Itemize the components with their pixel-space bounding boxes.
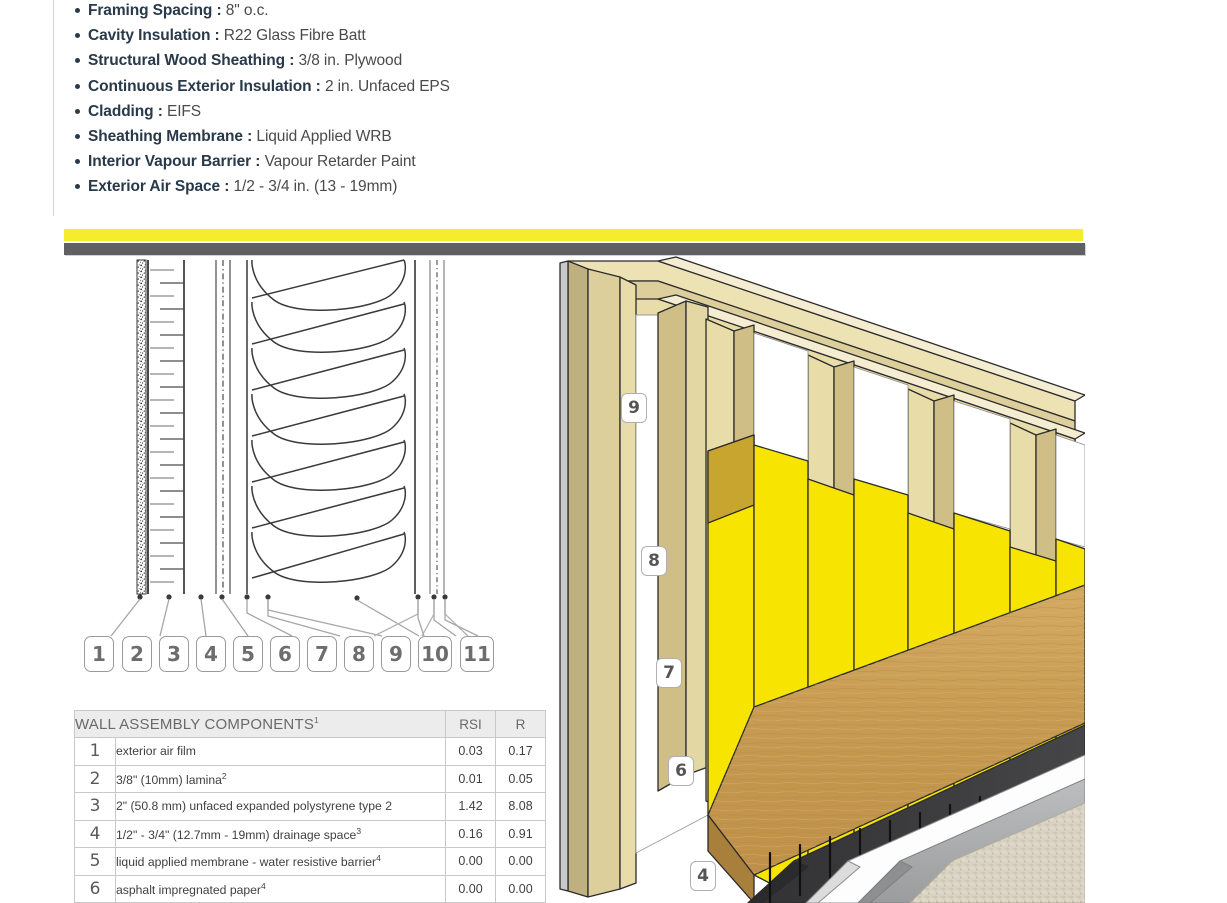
spec-list-item: Continuous Exterior Insulation : 2 in. U…	[75, 74, 970, 99]
row-description-cell: 3/8" (10mm) lamina2	[115, 764, 446, 793]
row-description-superscript: 4	[376, 853, 381, 864]
spec-value: Vapour Retarder Paint	[260, 153, 416, 171]
column-header-r: R	[495, 710, 546, 738]
spec-list-item: Cavity Insulation : R22 Glass Fibre Batt	[75, 23, 970, 48]
row-index-cell: 2	[74, 764, 116, 793]
row-index-cell: 5	[74, 847, 116, 876]
callout-badge-6: 6	[270, 636, 300, 672]
wall-spec-list: Framing Spacing : 8" o.c. Cavity Insulati…	[70, 0, 970, 200]
column-header-rsi: RSI	[445, 710, 496, 738]
callout-badge-1: 1	[84, 636, 114, 672]
spec-label: Interior Vapour Barrier :	[88, 153, 261, 171]
row-description-text: liquid applied membrane - water resistiv…	[116, 855, 377, 870]
row-description-superscript: 3	[356, 825, 362, 836]
table-row: 1 exterior air film 0.03 0.17	[74, 737, 546, 766]
callout-badge-2: 2	[122, 636, 152, 672]
row-description-text: 1/2" - 3/4" (12.7mm - 19mm) drainage spa…	[116, 827, 357, 842]
callout-badge-3: 3	[159, 636, 189, 672]
table-row: 5 liquid applied membrane - water resisti…	[74, 847, 546, 876]
render-callout-6: 6	[668, 756, 694, 786]
row-rsi-cell: 0.01	[445, 764, 496, 793]
row-rsi-cell: 0.16	[445, 819, 496, 848]
callout-badge-10: 10	[418, 636, 452, 672]
row-description-superscript: 2	[221, 770, 227, 781]
row-r-cell: 0.00	[495, 847, 546, 876]
render-callout-4: 4	[690, 861, 716, 891]
table-title-text: WALL ASSEMBLY COMPONENTS	[75, 716, 315, 733]
table-body: 1 exterior air film 0.03 0.17 2 3/8" (10mm) l…	[74, 737, 546, 903]
table-title-superscript: 1	[314, 715, 319, 725]
row-r-cell: 0.17	[495, 737, 546, 766]
spec-value: 3/8 in. Plywood	[294, 52, 403, 70]
spec-label: Cladding :	[88, 102, 163, 120]
row-index-cell: 3	[74, 792, 116, 821]
spec-value: EIFS	[162, 102, 202, 120]
render-callout-7: 7	[656, 658, 682, 688]
spec-label: Framing Spacing :	[88, 2, 222, 19]
row-r-cell: 8.08	[495, 792, 546, 821]
table-row: 4 1/2" - 3/4" (12.7mm - 19mm) drainage sp…	[74, 819, 546, 848]
table-header-row: WALL ASSEMBLY COMPONENTS1 RSI R	[74, 710, 546, 738]
spec-label: Sheathing Membrane :	[88, 128, 253, 146]
table-row: 3 2" (50.8 mm) unfaced expanded polystyre…	[74, 792, 546, 821]
row-description-cell: 1/2" - 3/4" (12.7mm - 19mm) drainage spa…	[115, 819, 446, 848]
table-row: 6 asphalt impregnated paper4 0.00 0.00	[74, 874, 546, 903]
wall-assembly-page: Framing Spacing : 8" o.c. Cavity Insulati…	[0, 0, 1227, 903]
row-r-cell: 0.91	[495, 819, 546, 848]
callout-badge-7: 7	[307, 636, 337, 672]
callout-badge-strip: 1 2 3 4 5 6 7 8 9 10 11	[84, 636, 504, 682]
row-r-cell: 0.00	[495, 874, 546, 903]
spec-value: 8" o.c.	[221, 2, 269, 19]
spec-value: R22 Glass Fibre Batt	[219, 27, 366, 45]
row-description-text: exterior air film	[116, 744, 196, 759]
row-description-text: 2" (50.8 mm) unfaced expanded polystyren…	[116, 799, 392, 814]
row-rsi-cell: 0.00	[445, 847, 496, 876]
spec-label: Exterior Air Space :	[88, 178, 230, 196]
spec-list-item: Sheathing Membrane : Liquid Applied WRB	[75, 124, 970, 149]
row-description-cell: 2" (50.8 mm) unfaced expanded polystyren…	[115, 792, 446, 821]
yellow-accent-bar	[64, 229, 1083, 241]
spec-list-item: Cladding : EIFS	[75, 99, 970, 124]
row-rsi-cell: 0.03	[445, 737, 496, 766]
row-index-cell: 1	[74, 737, 116, 766]
table-row: 2 3/8" (10mm) lamina2 0.01 0.05	[74, 764, 546, 793]
spec-label: Structural Wood Sheathing :	[88, 52, 295, 70]
callout-badge-5: 5	[233, 636, 263, 672]
render-callout-9: 9	[621, 393, 647, 423]
spec-label: Continuous Exterior Insulation :	[88, 77, 321, 95]
row-index-cell: 6	[74, 874, 116, 903]
row-description-text: 3/8" (10mm) lamina	[116, 772, 222, 787]
row-description-cell: asphalt impregnated paper4	[115, 874, 446, 903]
row-description-superscript: 4	[261, 880, 266, 891]
grey-accent-bar	[64, 243, 1085, 255]
row-index-cell: 4	[74, 819, 116, 848]
row-rsi-cell: 0.00	[445, 874, 496, 903]
wall-3d-render	[559, 256, 1085, 903]
callout-badge-8: 8	[344, 636, 374, 672]
spec-label: Cavity Insulation :	[88, 27, 220, 45]
row-description-cell: exterior air film	[115, 737, 446, 766]
spec-value: 2 in. Unfaced EPS	[320, 77, 450, 95]
spec-value: 1/2 - 3/4 in. (13 - 19mm)	[229, 178, 398, 196]
table-title-cell: WALL ASSEMBLY COMPONENTS1	[74, 710, 446, 738]
row-description-text: asphalt impregnated paper	[116, 882, 261, 897]
spec-value: Liquid Applied WRB	[252, 128, 392, 146]
spec-list-item: Exterior Air Space : 1/2 - 3/4 in. (13 -…	[75, 174, 970, 199]
callout-badge-4: 4	[196, 636, 226, 672]
row-rsi-cell: 1.42	[445, 792, 496, 821]
row-r-cell: 0.05	[495, 764, 546, 793]
spec-list-item: Interior Vapour Barrier : Vapour Retarde…	[75, 149, 970, 174]
left-vertical-rule	[53, 0, 54, 216]
spec-list-item: Framing Spacing : 8" o.c.	[75, 0, 970, 23]
row-description-cell: liquid applied membrane - water resistiv…	[115, 847, 446, 876]
spec-list-item: Structural Wood Sheathing : 3/8 in. Plyw…	[75, 48, 970, 73]
render-callout-8: 8	[641, 546, 667, 576]
wall-section-drawing	[110, 259, 479, 637]
callout-badge-11: 11	[460, 636, 494, 672]
wall-assembly-components-table: WALL ASSEMBLY COMPONENTS1 RSI R 1 exterio…	[74, 710, 546, 903]
callout-badge-9: 9	[381, 636, 411, 672]
